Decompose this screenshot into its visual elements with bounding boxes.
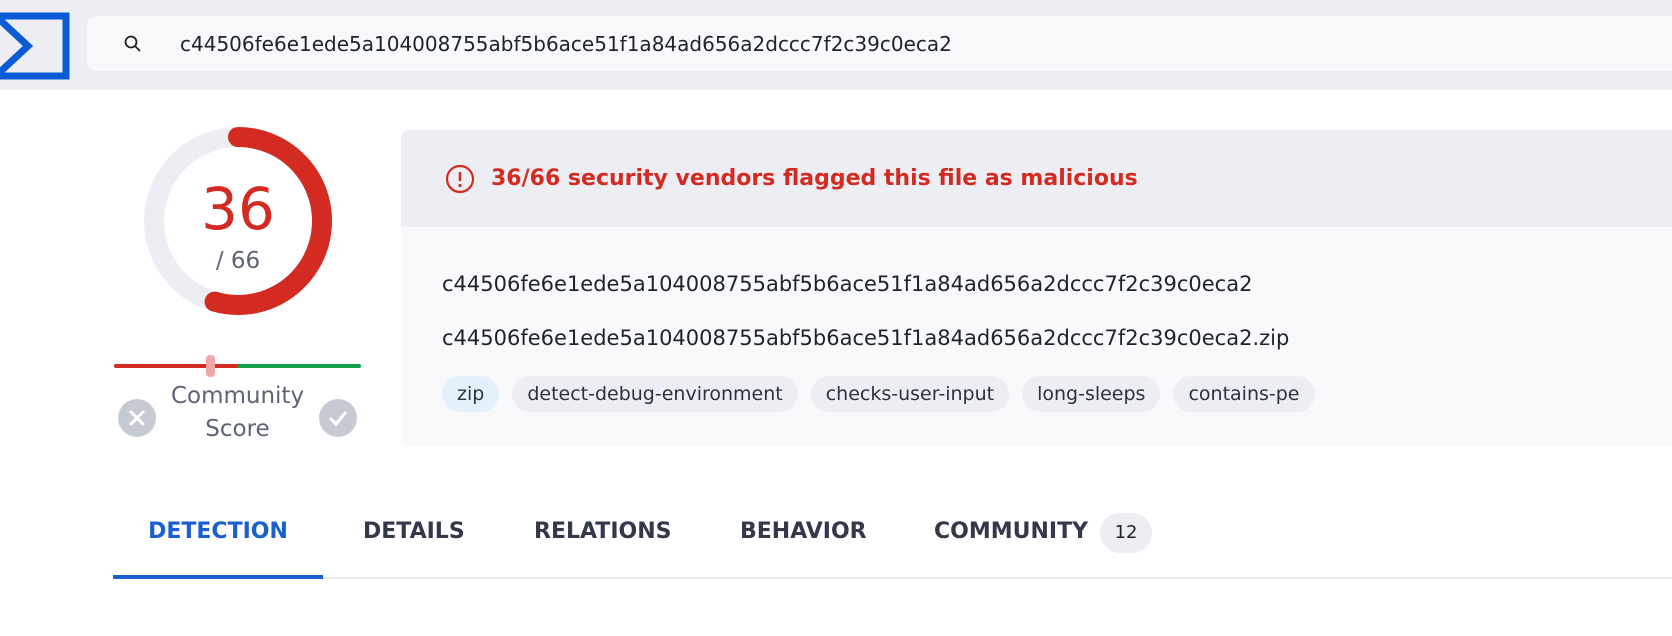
- tag-list: zip detect-debug-environment checks-user…: [442, 376, 1315, 412]
- summary-panel: 36/66 security vendors flagged this file…: [401, 130, 1672, 446]
- community-score-bar: [114, 364, 361, 368]
- detection-total: / 66: [215, 248, 261, 274]
- vote-malicious-button[interactable]: [118, 399, 156, 437]
- tab-community[interactable]: COMMUNITY 12: [934, 505, 1153, 579]
- tab-bar: DETECTION DETAILS RELATIONS BEHAVIOR COM…: [113, 505, 1672, 579]
- search-input[interactable]: [180, 26, 1580, 62]
- detection-count: 36: [201, 175, 275, 243]
- virustotal-logo-icon[interactable]: [0, 12, 72, 80]
- file-name: c44506fe6e1ede5a104008755abf5b6ace51f1a8…: [442, 326, 1290, 350]
- search-bar[interactable]: [87, 16, 1672, 71]
- tag[interactable]: long-sleeps: [1022, 376, 1161, 412]
- tab-community-label: COMMUNITY: [934, 519, 1089, 544]
- tag[interactable]: checks-user-input: [810, 376, 1010, 412]
- close-icon: [128, 409, 146, 427]
- tag[interactable]: contains-pe: [1173, 376, 1315, 412]
- alert-circle-icon: [445, 164, 475, 193]
- community-score-label: Community Score: [170, 383, 305, 442]
- tag[interactable]: zip: [442, 376, 500, 412]
- tab-detection[interactable]: DETECTION: [113, 505, 323, 579]
- file-hash[interactable]: c44506fe6e1ede5a104008755abf5b6ace51f1a8…: [442, 272, 1252, 296]
- check-icon: [328, 411, 348, 427]
- community-score-marker: [206, 355, 216, 377]
- tab-behavior[interactable]: BEHAVIOR: [740, 505, 867, 579]
- alert-text: 36/66 security vendors flagged this file…: [491, 166, 1138, 191]
- malicious-alert: 36/66 security vendors flagged this file…: [401, 130, 1672, 227]
- vote-harmless-button[interactable]: [319, 399, 357, 437]
- top-bar: [0, 0, 1672, 90]
- tag[interactable]: detect-debug-environment: [512, 376, 798, 412]
- tab-details[interactable]: DETAILS: [363, 505, 465, 579]
- community-count-badge: 12: [1100, 513, 1153, 553]
- search-icon[interactable]: [123, 34, 143, 54]
- tab-relations[interactable]: RELATIONS: [534, 505, 671, 579]
